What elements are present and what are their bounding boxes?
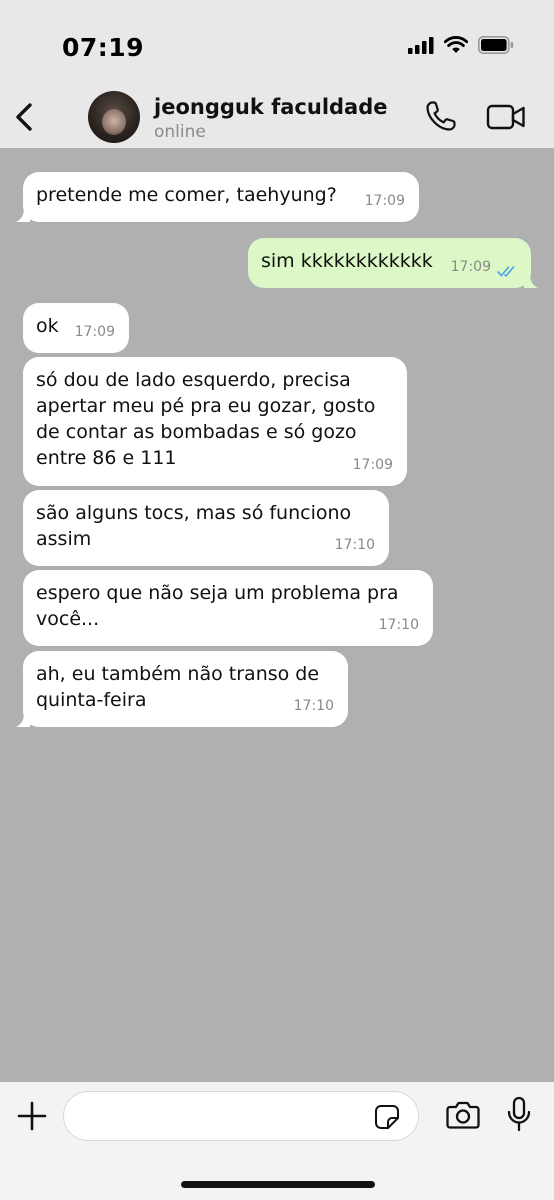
message-incoming[interactable]: só dou de lado esquerdo, precisa apertar… (23, 357, 407, 486)
phone-icon[interactable] (424, 99, 458, 133)
message-text: sim kkkkkkkkkkkk (261, 250, 433, 272)
sticker-icon[interactable] (374, 1104, 400, 1130)
status-bar: 07:19 (0, 0, 554, 90)
message-time: 17:09 (450, 259, 491, 275)
message-line: apertar meu pé pra eu gozar, gosto (36, 395, 376, 417)
message-time: 17:10 (334, 537, 375, 553)
message-line: quinta-feira (36, 689, 147, 711)
contact-name[interactable]: jeongguk faculdade (154, 95, 388, 119)
message-outgoing[interactable]: sim kkkkkkkkkkkk 17:09 (248, 238, 538, 288)
message-incoming[interactable]: são alguns tocs, mas só funciono assim 1… (23, 490, 389, 566)
signal-icon (408, 36, 434, 54)
message-line: só dou de lado esquerdo, precisa (36, 369, 351, 391)
message-time: 17:09 (352, 457, 393, 473)
video-camera-icon[interactable] (486, 103, 526, 131)
message-incoming[interactable]: espero que não seja um problema pra você… (23, 570, 433, 646)
message-line: espero que não seja um problema pra (36, 582, 399, 604)
bubble-tail (524, 274, 538, 288)
message-line: entre 86 e 111 (36, 447, 177, 469)
message-input[interactable] (63, 1091, 419, 1141)
message-time: 17:10 (293, 698, 334, 714)
message-text: ok (36, 315, 59, 337)
message-incoming[interactable]: ah, eu também não transo de quinta-feira… (16, 651, 348, 727)
microphone-icon[interactable] (506, 1096, 532, 1132)
read-receipt-icon (497, 266, 515, 278)
bubble-tail (16, 208, 30, 222)
bubble-tail (16, 713, 30, 727)
chat-header: jeongguk faculdade online (0, 85, 554, 148)
back-chevron-icon[interactable] (10, 100, 40, 134)
plus-icon[interactable] (16, 1100, 48, 1132)
message-line: são alguns tocs, mas só funciono (36, 502, 352, 524)
home-indicator[interactable] (181, 1181, 375, 1188)
message-time: 17:10 (378, 617, 419, 633)
message-incoming[interactable]: pretende me comer, taehyung? 17:09 (16, 172, 419, 222)
message-time: 17:09 (364, 193, 405, 209)
message-line: ah, eu também não transo de (36, 663, 320, 685)
message-time: 17:09 (74, 324, 115, 340)
message-line: assim (36, 528, 92, 550)
avatar[interactable] (88, 91, 140, 143)
battery-icon (478, 36, 514, 54)
status-icons (408, 36, 514, 54)
message-line: de contar as bombadas e só gozo (36, 421, 357, 443)
camera-icon[interactable] (446, 1100, 480, 1130)
wifi-icon (444, 36, 468, 53)
message-incoming[interactable]: ok 17:09 (23, 303, 129, 353)
message-text: pretende me comer, taehyung? (36, 184, 337, 206)
status-time: 07:19 (62, 33, 145, 62)
message-line: você... (36, 608, 100, 630)
contact-status: online (154, 122, 206, 142)
